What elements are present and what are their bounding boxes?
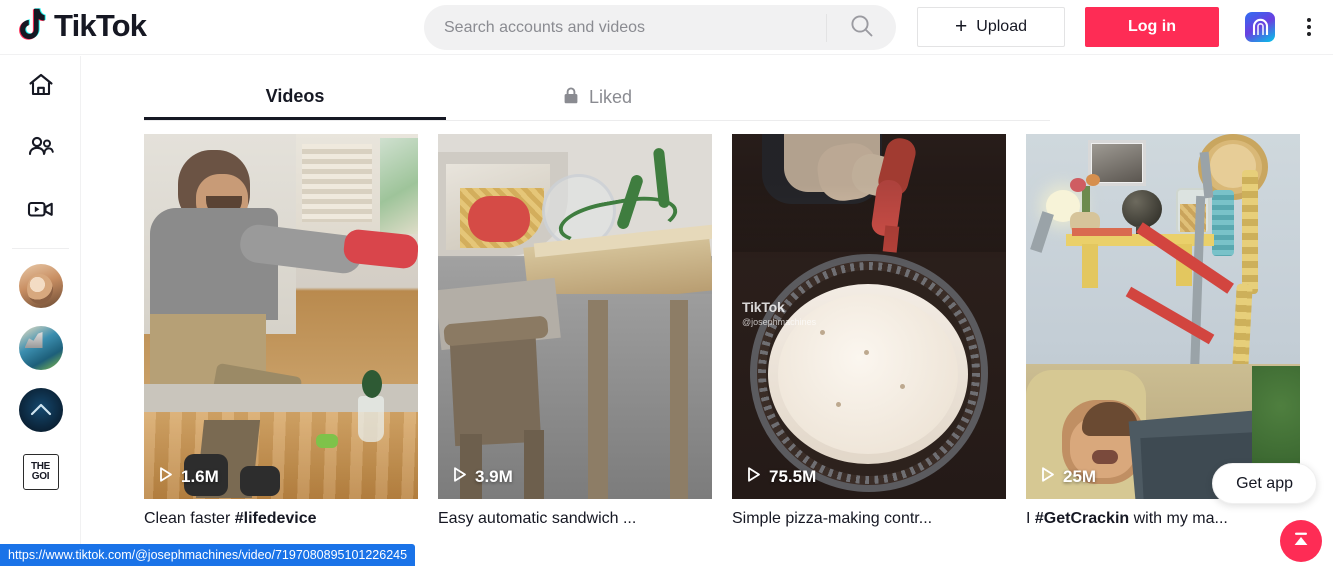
- video-card: TikTok @josephmachines 75.5M Simple pizz…: [732, 134, 1006, 530]
- view-count: 75.5M: [745, 466, 816, 488]
- avatar-the-goi: THE GOI: [22, 454, 59, 490]
- thumbnail-art: [1026, 134, 1300, 499]
- profile-tabs: Videos Liked: [144, 75, 1050, 121]
- watermark-title: TikTok: [742, 299, 785, 315]
- avatar: [18, 264, 63, 308]
- thumbnail-art: [438, 134, 712, 499]
- search-button[interactable]: [828, 5, 896, 50]
- tiktok-profile-page: TikTok + Upload Log in: [0, 0, 1333, 566]
- search-icon: [849, 13, 875, 42]
- video-thumbnail[interactable]: 25M: [1026, 134, 1300, 499]
- sidebar-item-following[interactable]: [0, 118, 80, 180]
- video-card: 3.9M Easy automatic sandwich ...: [438, 134, 712, 530]
- kebab-dot: [1307, 25, 1311, 29]
- tiktok-watermark: TikTok @josephmachines: [742, 299, 816, 327]
- login-button[interactable]: Log in: [1085, 7, 1219, 47]
- thumbnail-art: [144, 134, 418, 499]
- video-caption[interactable]: I #GetCrackin with my ma...: [1026, 508, 1300, 530]
- video-grid: 1.6M Clean faster #lifedevice 3.9M Easy …: [144, 134, 1300, 530]
- avatar: [18, 326, 63, 370]
- view-count-value: 1.6M: [181, 467, 219, 486]
- search-divider: [826, 14, 827, 42]
- people-icon: [26, 132, 56, 167]
- video-caption[interactable]: Simple pizza-making contr...: [732, 508, 1006, 530]
- browser-menu-icon[interactable]: [1297, 12, 1321, 42]
- profile-main-content: Videos Liked 1.6M Clean faster #lifedevi…: [82, 56, 1333, 566]
- left-sidebar: THE GOI: [0, 56, 81, 566]
- video-thumbnail[interactable]: 1.6M: [144, 134, 418, 499]
- video-card: 1.6M Clean faster #lifedevice: [144, 134, 418, 530]
- get-app-button[interactable]: Get app: [1212, 463, 1317, 504]
- view-count-value: 25M: [1063, 467, 1097, 486]
- caption-text: Simple pizza-making contr...: [732, 510, 933, 527]
- scroll-to-top-icon: [1290, 528, 1312, 555]
- view-count: 25M: [1039, 466, 1096, 488]
- sidebar-item-suggested-account-3[interactable]: [0, 379, 80, 441]
- play-icon: [157, 466, 174, 488]
- plus-icon: +: [955, 14, 968, 38]
- home-icon: [26, 70, 56, 105]
- view-count: 3.9M: [451, 466, 513, 488]
- kebab-dot: [1307, 18, 1311, 22]
- tab-liked-label: Liked: [588, 87, 633, 107]
- tab-videos[interactable]: Videos: [144, 75, 446, 120]
- tab-videos-label: Videos: [265, 85, 325, 106]
- browser-status-bar-url: https://www.tiktok.com/@josephmachines/v…: [0, 544, 416, 566]
- top-header: TikTok + Upload Log in: [0, 0, 1333, 55]
- tab-liked[interactable]: Liked: [446, 75, 748, 120]
- search-input[interactable]: [424, 6, 824, 49]
- play-icon: [451, 466, 468, 488]
- kebab-dot: [1307, 32, 1311, 36]
- scroll-to-top-button[interactable]: [1280, 520, 1322, 562]
- arch-gradient-extension-icon[interactable]: [1245, 12, 1275, 42]
- watermark-handle: @josephmachines: [742, 317, 817, 327]
- caption-text: Clean faster: [144, 510, 235, 527]
- tiktok-wordmark: TikTok: [54, 8, 147, 43]
- video-camera-icon: [26, 194, 56, 229]
- video-thumbnail[interactable]: TikTok @josephmachines 75.5M: [732, 134, 1006, 499]
- caption-text-post: with my ma...: [1129, 510, 1228, 527]
- tiktok-note-icon: [14, 7, 48, 45]
- video-caption[interactable]: Easy automatic sandwich ...: [438, 508, 712, 530]
- sidebar-divider: [11, 248, 69, 249]
- upload-button[interactable]: + Upload: [917, 7, 1065, 47]
- caption-hashtag[interactable]: #lifedevice: [235, 510, 317, 527]
- sidebar-item-suggested-account-1[interactable]: [0, 255, 80, 317]
- play-icon: [745, 466, 762, 488]
- play-icon: [1039, 466, 1056, 488]
- video-caption[interactable]: Clean faster #lifedevice: [144, 508, 418, 530]
- sidebar-item-suggested-account-4[interactable]: THE GOI: [0, 441, 80, 503]
- caption-text: I: [1026, 510, 1035, 527]
- upload-label: Upload: [976, 18, 1027, 35]
- the-goi-line-2: GOI: [31, 471, 50, 482]
- view-count: 1.6M: [157, 466, 219, 488]
- sidebar-item-suggested-account-2[interactable]: [0, 317, 80, 379]
- sidebar-item-live[interactable]: [0, 180, 80, 242]
- view-count-value: 75.5M: [769, 467, 817, 486]
- tiktok-logo[interactable]: TikTok: [14, 7, 147, 45]
- caption-text: Easy automatic sandwich ...: [438, 510, 637, 527]
- video-thumbnail[interactable]: 3.9M: [438, 134, 712, 499]
- lock-icon: [562, 86, 580, 110]
- caption-hashtag[interactable]: #GetCrackin: [1035, 510, 1129, 527]
- view-count-value: 3.9M: [475, 467, 513, 486]
- avatar-chevron-icon: [18, 388, 63, 432]
- search-bar[interactable]: [424, 5, 896, 50]
- sidebar-item-home[interactable]: [0, 56, 80, 118]
